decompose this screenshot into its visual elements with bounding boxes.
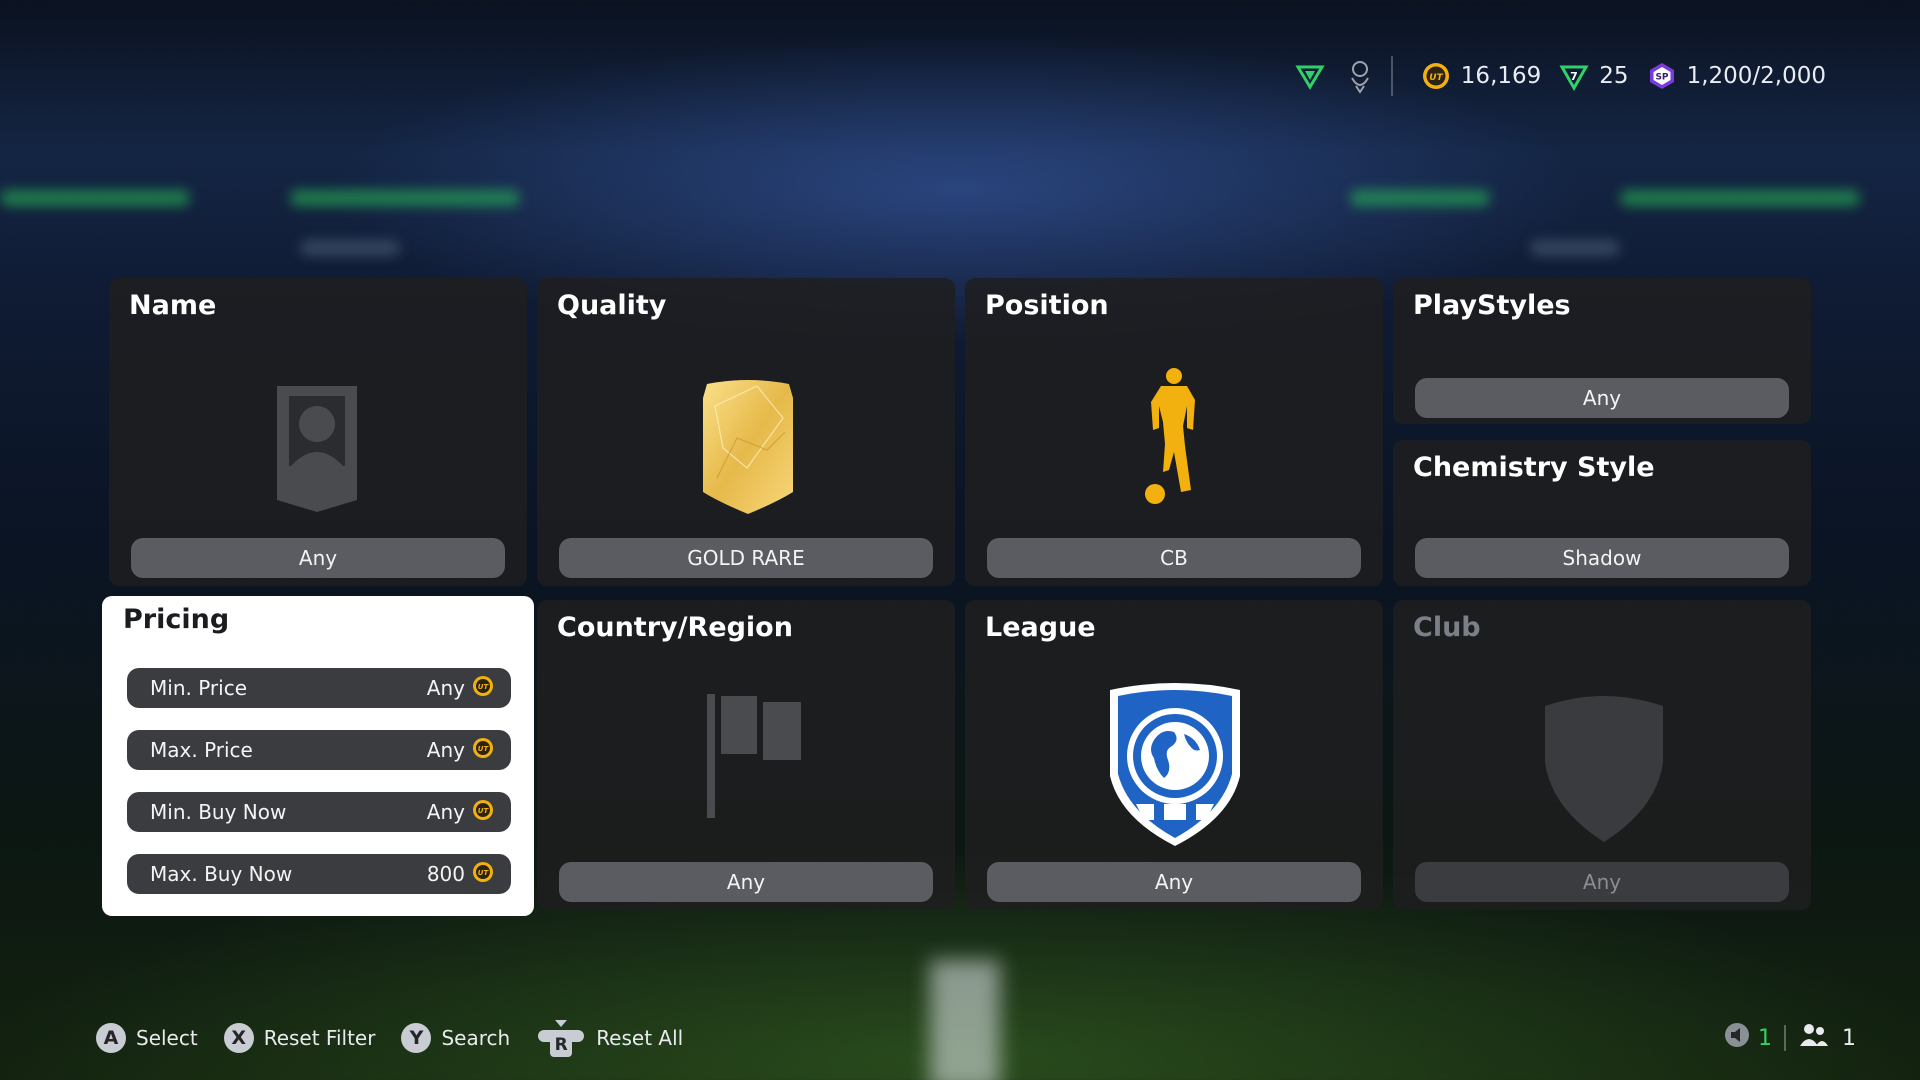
club-value-pill: Any <box>1415 862 1789 902</box>
max-buy-now-row[interactable]: Max. Buy Now 800 UT <box>127 854 511 894</box>
pricing-filter-tile[interactable]: Pricing Min. Price Any UT Max. Price Any… <box>102 596 534 916</box>
svg-text:SP: SP <box>1655 73 1668 83</box>
coins-value: 16,169 <box>1460 63 1542 89</box>
name-value-pill[interactable]: Any <box>131 538 505 578</box>
club-crest-icon <box>1347 58 1373 94</box>
bg-blur-stripe <box>290 190 520 206</box>
select-label: Select <box>136 1026 198 1050</box>
flag-icon <box>707 694 803 824</box>
bg-blur-stripe <box>300 240 400 256</box>
currency-bar: UT 16,169 7 25 SP 1,200/2,000 <box>1295 54 1826 98</box>
sp-icon: SP <box>1647 61 1677 91</box>
country-region-filter-tile[interactable]: Country/Region Any <box>537 600 955 910</box>
x-button-icon: X <box>223 1023 254 1053</box>
position-filter-tile[interactable]: Position CB <box>965 278 1383 586</box>
reset-filter-control[interactable]: X Reset Filter <box>223 1023 376 1053</box>
svg-text:UT: UT <box>1429 73 1443 83</box>
controller-hints: A Select X Reset Filter Y Search R Reset… <box>96 1020 709 1057</box>
gold-rare-card-icon <box>697 378 799 522</box>
position-value-pill[interactable]: CB <box>987 538 1361 578</box>
min-price-value: Any <box>426 676 465 700</box>
player-position-figure-icon <box>1141 366 1207 510</box>
club-filter-tile: Club Any <box>1393 600 1811 910</box>
name-tile-title: Name <box>129 290 217 321</box>
club-tile-title: Club <box>1413 612 1481 643</box>
league-tile-title: League <box>985 612 1096 643</box>
speaker-muted-icon <box>1724 1022 1750 1054</box>
fc-logo-icon <box>1295 61 1325 91</box>
coin-icon: UT <box>1421 61 1451 91</box>
party-count: 1 <box>1842 1025 1856 1051</box>
select-control[interactable]: A Select <box>96 1023 198 1053</box>
max-price-row[interactable]: Max. Price Any UT <box>127 730 511 770</box>
reset-all-label: Reset All <box>596 1026 684 1050</box>
topbar-divider <box>1390 56 1393 96</box>
quality-filter-tile[interactable]: Quality GOLD RARE <box>537 278 955 586</box>
reset-filter-label: Reset Filter <box>263 1026 376 1050</box>
party-members-icon <box>1798 1022 1828 1054</box>
quality-tile-title: Quality <box>557 290 667 321</box>
chemistry-style-tile-title: Chemistry Style <box>1413 452 1655 483</box>
svg-text:7: 7 <box>1570 70 1578 83</box>
quality-value-pill[interactable]: GOLD RARE <box>559 538 933 578</box>
player-silhouette-icon <box>271 382 363 518</box>
search-label: Search <box>441 1026 511 1050</box>
min-price-label: Min. Price <box>150 676 247 700</box>
playstyles-filter-tile[interactable]: PlayStyles Any <box>1393 278 1811 424</box>
bg-blur-stripe <box>0 190 190 206</box>
max-price-value: Any <box>426 738 465 762</box>
league-value-pill[interactable]: Any <box>987 862 1361 902</box>
coin-icon: UT <box>472 799 494 826</box>
coin-icon: UT <box>472 737 494 764</box>
country-region-tile-title: Country/Region <box>557 612 793 643</box>
pricing-tile-title: Pricing <box>123 604 230 635</box>
playstyles-value-pill[interactable]: Any <box>1415 378 1789 418</box>
position-tile-title: Position <box>985 290 1109 321</box>
mic-count: 1 <box>1758 1025 1772 1051</box>
sp-balance: SP 1,200/2,000 <box>1647 61 1826 91</box>
fc-points-icon: 7 <box>1559 61 1589 91</box>
min-buy-now-value: Any <box>426 800 465 824</box>
min-buy-now-label: Min. Buy Now <box>150 800 287 824</box>
svg-text:UT: UT <box>478 869 490 877</box>
max-price-label: Max. Price <box>150 738 253 762</box>
name-filter-tile[interactable]: Name Any <box>109 278 527 586</box>
right-stick-key: R <box>554 1035 568 1055</box>
svg-text:UT: UT <box>478 683 490 691</box>
min-price-row[interactable]: Min. Price Any UT <box>127 668 511 708</box>
league-filter-tile[interactable]: League Any <box>965 600 1383 910</box>
chemistry-style-filter-tile[interactable]: Chemistry Style Shadow <box>1393 440 1811 586</box>
search-control[interactable]: Y Search <box>401 1023 510 1053</box>
svg-text:UT: UT <box>478 807 490 815</box>
bg-blur-stripe <box>1350 190 1490 206</box>
bg-blur-stripe <box>1530 240 1620 256</box>
sp-value: 1,200/2,000 <box>1686 63 1826 89</box>
club-shield-icon <box>1541 692 1667 848</box>
bg-blur-stripe <box>1620 190 1860 206</box>
fc-points-balance: 7 25 <box>1559 61 1629 91</box>
reset-all-control[interactable]: R Reset All <box>536 1018 683 1058</box>
bg-pitch-line <box>930 960 1000 1080</box>
status-divider <box>1784 1025 1786 1051</box>
chemistry-style-value-pill[interactable]: Shadow <box>1415 538 1789 578</box>
y-button-icon: Y <box>401 1023 432 1053</box>
coins-balance: UT 16,169 <box>1421 61 1541 91</box>
right-stick-press-icon: R <box>536 1018 586 1058</box>
a-button-icon: A <box>96 1023 126 1053</box>
max-buy-now-value: 800 <box>426 862 465 886</box>
svg-text:UT: UT <box>478 745 490 753</box>
min-buy-now-row[interactable]: Min. Buy Now Any UT <box>127 792 511 832</box>
playstyles-tile-title: PlayStyles <box>1413 290 1571 321</box>
fc-points-value: 25 <box>1599 63 1629 89</box>
league-globe-crest-icon <box>1102 680 1248 854</box>
max-buy-now-label: Max. Buy Now <box>150 862 293 886</box>
country-region-value-pill[interactable]: Any <box>559 862 933 902</box>
coin-icon: UT <box>472 675 494 702</box>
party-status: 1 1 <box>1724 1022 1856 1054</box>
coin-icon: UT <box>472 861 494 888</box>
